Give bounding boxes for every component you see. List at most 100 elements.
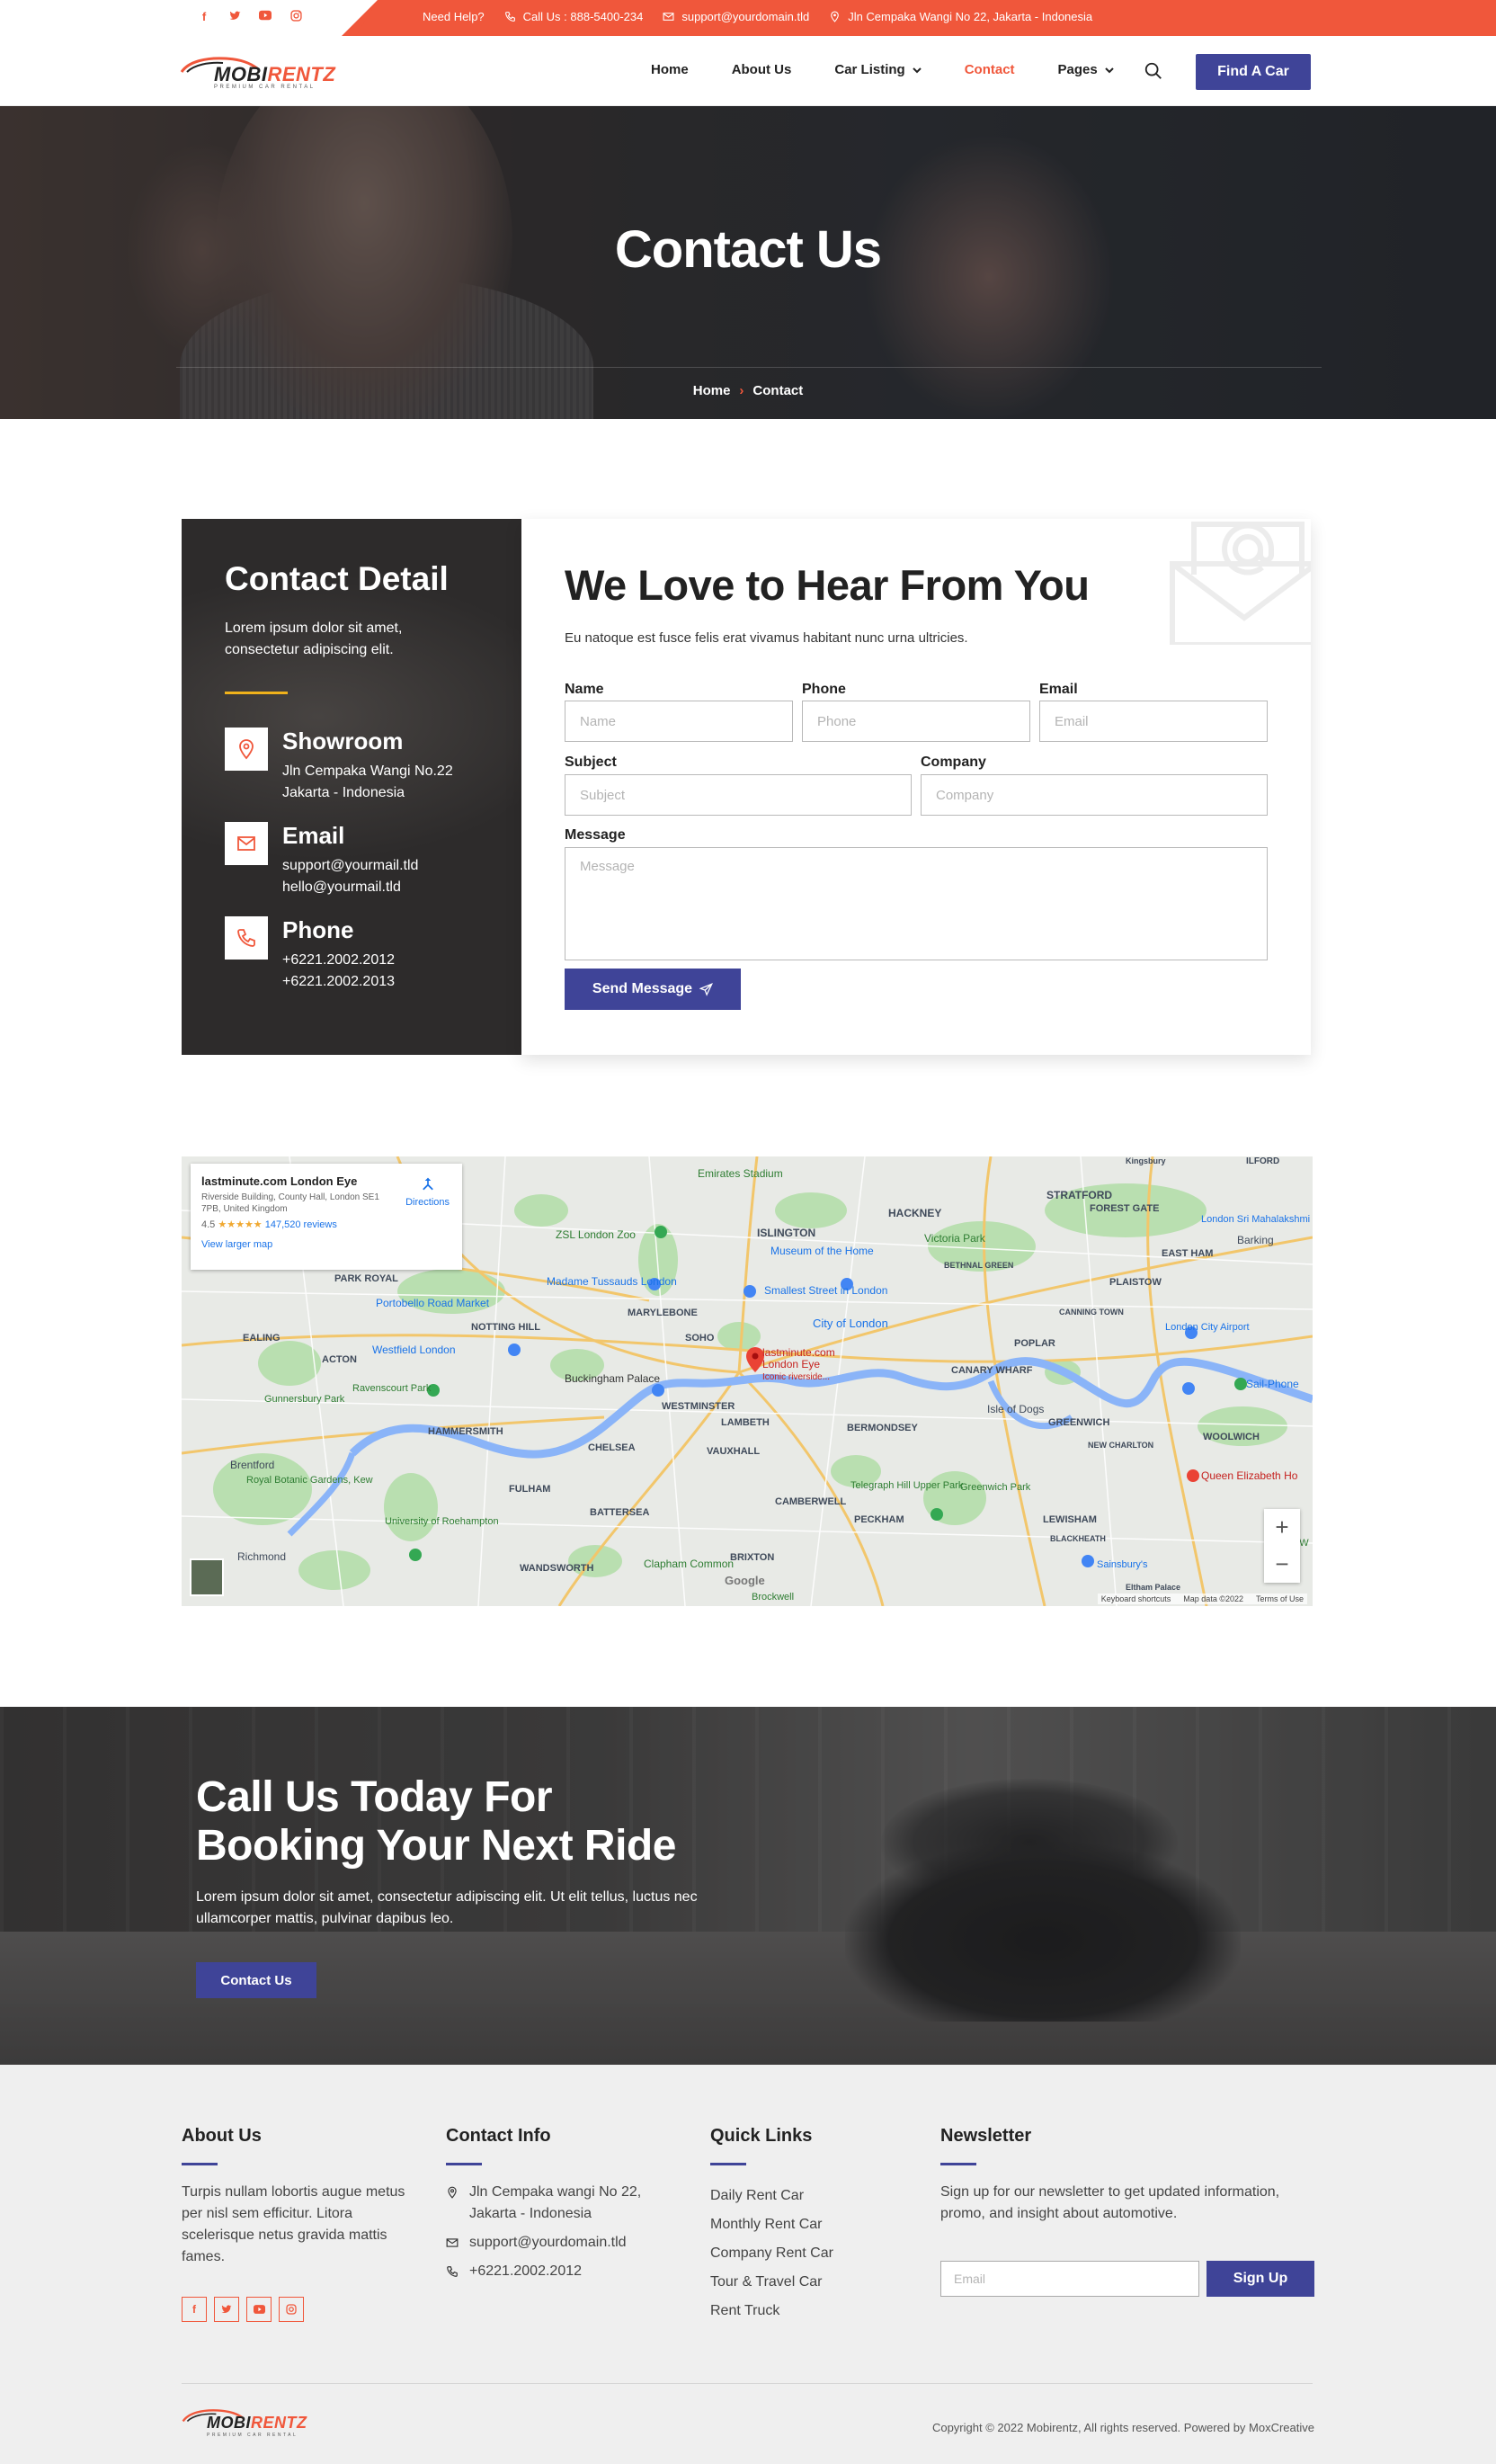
facebook-icon[interactable]: f [182,2297,207,2322]
footer-quick-links: Quick Links Daily Rent Car Monthly Rent … [710,2126,908,2326]
youtube-icon[interactable] [257,10,273,24]
map-label: Queen Elizabeth Ho [1201,1469,1298,1482]
instagram-icon[interactable] [288,10,304,24]
send-message-button[interactable]: Send Message [565,969,741,1010]
twitter-icon[interactable] [227,10,243,24]
footer-link-company[interactable]: Company Rent Car [710,2239,908,2268]
map-label: WANDSWORTH [520,1563,594,1574]
nav-item-contact[interactable]: Contact [965,62,1015,77]
chevron-down-icon [912,67,922,73]
youtube-icon[interactable] [246,2297,272,2322]
nav-item-about[interactable]: About Us [732,62,792,77]
map-label: EAST HAM [1162,1248,1214,1259]
phone-line1[interactable]: +6221.2002.2012 [282,950,395,971]
map-label: CAMBERWELL [775,1496,847,1507]
map-label: Museum of the Home [770,1245,874,1257]
terms-link[interactable]: Terms of Use [1256,1594,1304,1603]
map-label: Victoria Park [924,1232,985,1245]
phone-call-icon [237,929,255,947]
map-label: VAUXHALL [707,1446,761,1457]
contact-detail-lead: Lorem ipsum dolor sit amet, consectetur … [225,620,403,657]
site-footer: About Us Turpis nullam lobortis augue me… [0,2065,1496,2464]
footer-link-tour[interactable]: Tour & Travel Car [710,2268,908,2297]
twitter-icon[interactable] [214,2297,239,2322]
map-label: Isle of Dogs [987,1403,1045,1415]
cta-contact-button[interactable]: Contact Us [196,1962,316,1998]
view-larger-map-link[interactable]: View larger map [201,1239,451,1250]
footer-info-title: Contact Info [446,2126,551,2146]
footer-phone[interactable]: +6221.2002.2012 [469,2261,582,2282]
map-label: ACTON [322,1354,357,1365]
map-pin-sublabel: Iconic riverside... [762,1372,831,1382]
phone-input[interactable] [802,701,1030,742]
map-label: City of London [813,1317,888,1330]
footer-link-daily[interactable]: Daily Rent Car [710,2182,908,2210]
search-icon[interactable] [1144,61,1163,81]
top-social-links: f [196,10,304,24]
footer-about-title: About Us [182,2126,262,2146]
logo-text-b: RENTZ [267,63,336,85]
footer-links-title: Quick Links [710,2126,813,2146]
paper-plane-icon [699,982,714,996]
showroom-line1: Jln Cempaka Wangi No.22 [282,763,453,779]
subject-input[interactable] [565,774,912,816]
map-label: Portobello Road Market [376,1297,490,1309]
nav-item-pages[interactable]: Pages [1058,62,1114,77]
envelope-at-icon [1170,522,1311,645]
map-label: London Sri Mahalakshmi Temp [1201,1214,1313,1225]
map-label: Brentford [230,1459,275,1471]
map-label: BERMONDSEY [847,1423,918,1433]
map-label: Sainsbury's [1097,1559,1148,1570]
facebook-icon[interactable]: f [196,10,212,24]
email-line2[interactable]: hello@yourmail.tld [282,877,418,898]
nav-item-home[interactable]: Home [651,62,689,77]
zoom-out-button[interactable]: − [1264,1546,1300,1583]
footer-news-text: Sign up for our newsletter to get update… [940,2184,1280,2221]
map-label: GREENWICH [1048,1417,1110,1428]
company-input[interactable] [921,774,1268,816]
footer-link-truck[interactable]: Rent Truck [710,2297,908,2326]
location-icon [831,11,840,22]
find-car-button[interactable]: Find A Car [1196,54,1311,90]
map-label: Ravenscourt Park [352,1383,432,1394]
showroom-line2: Jakarta - Indonesia [282,785,405,800]
location-pin-icon [239,739,254,760]
showroom-title: Showroom [282,728,404,754]
map-label: Barking [1237,1234,1274,1246]
email-line1[interactable]: support@yourmail.tld [282,855,418,877]
directions-button[interactable]: Directions [405,1176,450,1208]
breadcrumb-home[interactable]: Home [693,383,731,398]
map-label: Eltham Palace [1126,1583,1181,1592]
email-input[interactable] [1039,701,1268,742]
company-label: Company [921,754,986,770]
map-label: STRATFORD [1046,1189,1113,1201]
map-label: Westfield London [372,1344,456,1356]
name-input[interactable] [565,701,793,742]
zoom-in-button[interactable]: + [1264,1509,1300,1546]
map-label: PECKHAM [854,1514,904,1525]
map-label: HAMMERSMITH [428,1426,503,1437]
rating-stars: ★★★★★ [218,1219,263,1230]
newsletter-email-input[interactable] [940,2261,1199,2297]
map-label: Buckingham Palace [565,1372,661,1385]
breadcrumb-current: Contact [752,383,804,398]
logo-tagline: PREMIUM CAR RENTAL [214,85,316,90]
divider [225,692,288,694]
footer-address: Jln Cempaka wangi No 22, Jakarta - Indon… [469,2184,642,2221]
map-label: ILFORD [1246,1156,1280,1166]
site-logo[interactable]: MOBIRENTZ PREMIUM CAR RENTAL [180,56,336,90]
google-map[interactable]: Emirates Stadium ISLINGTON HACKNEY STRAT… [182,1156,1313,1606]
footer-link-monthly[interactable]: Monthly Rent Car [710,2210,908,2239]
instagram-icon[interactable] [279,2297,304,2322]
footer-email[interactable]: support@yourdomain.tld [469,2232,627,2254]
place-reviews[interactable]: 147,520 reviews [265,1219,337,1230]
footer-logo[interactable]: MOBIRENTZ PREMIUM CAR RENTAL [182,2408,307,2441]
phone-line2[interactable]: +6221.2002.2013 [282,971,395,993]
newsletter-signup-button[interactable]: Sign Up [1207,2261,1314,2297]
keyboard-shortcuts-link[interactable]: Keyboard shortcuts [1101,1594,1171,1603]
map-label: ISLINGTON [757,1227,816,1239]
message-textarea[interactable] [565,847,1268,960]
phone-icon [504,12,515,22]
envelope-icon [237,836,255,851]
nav-item-car-listing[interactable]: Car Listing [834,62,922,77]
